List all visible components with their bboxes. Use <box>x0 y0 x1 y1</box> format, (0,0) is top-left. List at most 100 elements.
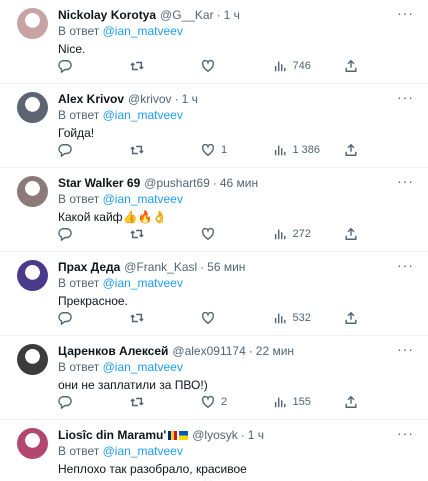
views-button[interactable]: 746 <box>273 59 333 73</box>
reply-item[interactable]: Star Walker 69 @pushart69 · 46 мин В отв… <box>0 168 428 252</box>
share-icon <box>345 143 357 156</box>
action-bar: 1 1 386 <box>58 143 358 157</box>
reply-prefix: В ответ <box>58 276 100 290</box>
timestamp[interactable]: 56 мин <box>207 260 245 274</box>
views-button[interactable]: 532 <box>273 311 333 325</box>
separator-dot: · <box>240 427 245 442</box>
author-name[interactable]: Star Walker 69 <box>58 176 140 190</box>
more-icon[interactable]: ··· <box>397 6 414 20</box>
mention-link[interactable]: @ian_matveev <box>103 192 183 206</box>
avatar[interactable] <box>17 176 48 207</box>
repost-icon <box>129 61 144 71</box>
author-name[interactable]: Царенков Алексей <box>58 344 168 358</box>
avatar[interactable] <box>17 92 48 123</box>
share-button[interactable] <box>344 143 358 157</box>
avatar[interactable] <box>17 8 48 39</box>
reply-item[interactable]: Alex Krivov @krivov · 1 ч В ответ @ian_m… <box>0 84 428 168</box>
views-icon <box>274 61 286 72</box>
views-button[interactable]: 272 <box>273 227 333 241</box>
views-icon <box>274 397 286 408</box>
action-bar: 746 <box>58 59 358 73</box>
timestamp[interactable]: 1 ч <box>248 428 264 442</box>
views-button[interactable]: 155 <box>273 395 333 409</box>
author-handle[interactable]: @pushart69 <box>144 176 210 190</box>
avatar[interactable] <box>17 344 48 375</box>
like-count: 2 <box>221 396 228 408</box>
view-count: 155 <box>292 396 311 408</box>
mention-link[interactable]: @ian_matveev <box>103 108 183 122</box>
romania-flag-icon <box>168 430 178 440</box>
more-icon[interactable]: ··· <box>397 174 414 188</box>
timestamp[interactable]: 1 ч <box>224 8 240 22</box>
reply-item[interactable]: Царенков Алексей @alex091174 · 22 мин В … <box>0 336 428 420</box>
repost-button[interactable] <box>129 59 190 73</box>
reply-body: Liosîc din Maramu' @lyosyk · 1 ч В ответ… <box>58 426 416 481</box>
author-name[interactable]: Alex Krivov <box>58 92 124 106</box>
reply-prefix: В ответ <box>58 444 100 458</box>
reply-item[interactable]: Прах Деда @Frank_Kasl · 56 мин В ответ @… <box>0 252 428 336</box>
reply-text: Неплохо так разобрало, красивое <box>58 462 247 476</box>
share-button[interactable] <box>344 59 358 73</box>
reply-header: Nickolay Korotya @G__Kar · 1 ч <box>58 6 416 23</box>
view-count: 532 <box>292 312 311 324</box>
share-button[interactable] <box>344 311 358 325</box>
author-name[interactable]: Nickolay Korotya <box>58 8 156 22</box>
share-button[interactable] <box>344 395 358 409</box>
repost-button[interactable] <box>129 227 190 241</box>
reply-to-line: В ответ @ian_matveev <box>58 443 416 459</box>
reply-to-line: В ответ @ian_matveev <box>58 359 416 375</box>
separator-dot: · <box>174 91 179 106</box>
reply-button[interactable] <box>58 227 118 241</box>
mention-link[interactable]: @ian_matveev <box>103 360 183 374</box>
reply-to-line: В ответ @ian_matveev <box>58 107 416 123</box>
avatar[interactable] <box>17 260 48 291</box>
more-icon[interactable]: ··· <box>397 426 414 440</box>
heart-icon <box>201 227 215 241</box>
more-icon[interactable]: ··· <box>397 342 414 356</box>
author-handle[interactable]: @lyosyk <box>192 428 238 442</box>
avatar[interactable] <box>17 428 48 459</box>
like-button[interactable]: 1 <box>201 143 261 157</box>
author-handle[interactable]: @G__Kar <box>160 8 214 22</box>
more-icon[interactable]: ··· <box>397 90 414 104</box>
reply-prefix: В ответ <box>58 192 100 206</box>
share-icon <box>345 227 357 240</box>
reply-button[interactable] <box>58 143 118 157</box>
reply-button[interactable] <box>58 395 118 409</box>
repost-button[interactable] <box>129 395 190 409</box>
views-button[interactable]: 1 386 <box>273 143 333 157</box>
reply-text: Nice. <box>58 42 86 56</box>
share-button[interactable] <box>344 227 358 241</box>
author-handle[interactable]: @krivov <box>128 92 172 106</box>
author-name[interactable]: Liosîc din Maramu' <box>58 428 166 442</box>
reply-button[interactable] <box>58 59 118 73</box>
timestamp[interactable]: 22 мин <box>256 344 294 358</box>
repost-icon <box>129 397 144 407</box>
reply-icon <box>58 144 72 157</box>
timestamp[interactable]: 46 мин <box>220 176 258 190</box>
like-button[interactable] <box>201 311 261 325</box>
view-count: 746 <box>292 60 311 72</box>
like-button[interactable] <box>201 59 261 73</box>
like-button[interactable]: 2 <box>201 395 261 409</box>
reply-button[interactable] <box>58 311 118 325</box>
author-handle[interactable]: @alex091174 <box>172 344 245 358</box>
author-name[interactable]: Прах Деда <box>58 260 120 274</box>
mention-link[interactable]: @ian_matveev <box>103 276 183 290</box>
mention-link[interactable]: @ian_matveev <box>103 24 183 38</box>
reply-item[interactable]: Liosîc din Maramu' @lyosyk · 1 ч В ответ… <box>0 420 428 481</box>
views-icon <box>274 229 286 240</box>
mention-link[interactable]: @ian_matveev <box>103 444 183 458</box>
reply-item[interactable]: Nickolay Korotya @G__Kar · 1 ч В ответ @… <box>0 0 428 84</box>
repost-icon <box>129 145 144 155</box>
repost-button[interactable] <box>129 143 190 157</box>
repost-button[interactable] <box>129 311 190 325</box>
timestamp[interactable]: 1 ч <box>182 92 198 106</box>
like-button[interactable] <box>201 227 261 241</box>
reply-text: Какой кайф👍🔥👌 <box>58 210 168 224</box>
action-bar: 532 <box>58 311 358 325</box>
author-handle[interactable]: @Frank_Kasl <box>124 260 197 274</box>
like-count: 1 <box>221 144 228 156</box>
more-icon[interactable]: ··· <box>397 258 414 272</box>
heart-icon <box>201 311 215 325</box>
